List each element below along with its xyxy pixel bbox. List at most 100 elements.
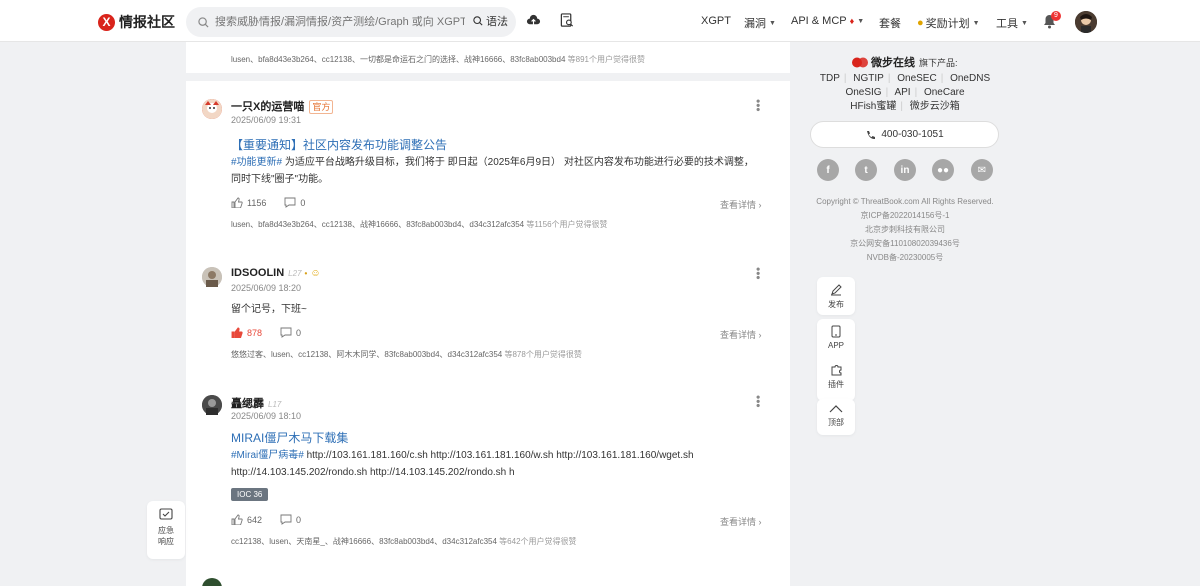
nav-vuln[interactable]: 漏洞 ▼ (744, 15, 776, 31)
tool-group: APP 插件 (817, 319, 855, 401)
author-avatar[interactable] (202, 267, 222, 287)
post-topic-tag[interactable]: #功能更新# (231, 157, 282, 168)
comment-count: 0 (296, 327, 302, 338)
post-body[interactable]: #Mirai僵尸病毒# http://103.161.181.160/c.sh … (231, 447, 761, 481)
product-link-api[interactable]: API (894, 87, 910, 98)
nav-tools[interactable]: 工具 ▼ (996, 15, 1028, 31)
more-options-icon[interactable]: ••• (751, 99, 765, 112)
linkedin-icon[interactable]: in (894, 159, 916, 181)
post-body-text: 留个记号，下班~ (231, 304, 307, 315)
nav-tools-label: 工具 (996, 18, 1018, 30)
author-name: IDSOOLIN (231, 267, 285, 279)
more-options-icon[interactable]: ••• (751, 267, 765, 280)
nav-package[interactable]: 套餐 (879, 15, 901, 31)
view-detail-label: 查看详情 (720, 330, 757, 340)
wechat-icon[interactable]: ●● (932, 159, 954, 181)
search-icon (198, 16, 209, 28)
post-body[interactable]: 留个记号，下班~ (231, 301, 761, 318)
chevron-right-icon: › (758, 517, 762, 527)
product-link-ngtip[interactable]: NGTIP (853, 73, 884, 84)
syntax-search-icon (473, 16, 483, 26)
site-logo[interactable]: X 情报社区 (98, 12, 175, 32)
author-avatar[interactable] (202, 99, 222, 119)
post-author[interactable]: 一只X的运营喵 官方 (231, 98, 334, 114)
document-search-icon[interactable] (560, 13, 574, 28)
brand-subtitle: 旗下产品: (919, 57, 958, 68)
police-record-link[interactable]: 京公网安备11010802039436号 (800, 237, 1010, 251)
author-avatar[interactable] (202, 395, 222, 415)
product-link-sandbox[interactable]: 微步云沙箱 (910, 101, 960, 112)
twitter-icon[interactable]: t (855, 159, 877, 181)
post-author[interactable]: 矗缌霹 L17 (231, 395, 281, 411)
phone-contact[interactable]: 400-030-1051 (810, 121, 999, 148)
product-link-onesec[interactable]: OneSEC (897, 73, 936, 84)
nav-api-mcp[interactable]: API & MCP ♦ ▼ (791, 15, 864, 27)
post-body[interactable]: #功能更新# 为适应平台战略升级目标，我们将于 即日起（2025年6月9日） 对… (231, 154, 761, 188)
comment-count: 0 (296, 514, 302, 525)
post-time: 2025/06/09 18:10 (231, 411, 302, 421)
cloud-upload-icon[interactable] (526, 13, 541, 28)
logo-text: 情报社区 (119, 14, 175, 30)
post-topic-tag[interactable]: #Mirai僵尸病毒# (231, 450, 304, 461)
post-actions: 878 0 (231, 327, 319, 338)
app-button[interactable]: APP (817, 325, 855, 363)
product-link-tdp[interactable]: TDP (820, 73, 840, 84)
likers-names: lusen、bfa8d43e3b264、cc12138、一切都是命运石之门的选择… (231, 55, 566, 64)
post-time: 2025/06/09 18:20 (231, 283, 302, 293)
pencil-icon (831, 284, 842, 296)
syntax-button[interactable]: 语法 (461, 13, 508, 29)
likers-list: 悠悠过客、lusen、cc12138、阿木木同学、83fc8ab003bd4、d… (231, 349, 582, 360)
post-author[interactable]: IDSOOLIN L27 • ☺ (231, 267, 321, 279)
product-link-hfish[interactable]: HFish蜜罐 (850, 101, 896, 112)
more-options-icon[interactable]: ••• (751, 395, 765, 408)
emergency-response-button[interactable]: 应急 响应 (147, 501, 185, 559)
ioc-badge[interactable]: IOC 36 (231, 488, 269, 501)
product-link-onesig[interactable]: OneSIG (845, 87, 881, 98)
likers-count: 等1156个用户觉得很赞 (524, 220, 608, 229)
view-detail-link[interactable]: 查看详情 › (720, 198, 762, 211)
legal-info: Copyright © ThreatBook.com All Rights Re… (800, 195, 1010, 265)
back-to-top-button[interactable]: 顶部 (817, 399, 855, 435)
thumbs-up-icon[interactable] (231, 514, 243, 525)
chevron-down-icon: ▼ (857, 17, 865, 25)
author-avatar[interactable] (202, 578, 222, 586)
nav-reward[interactable]: ● 奖励计划 ▼ (917, 15, 980, 31)
view-detail-label: 查看详情 (720, 200, 757, 210)
likers-count: 等878个用户觉得很赞 (502, 350, 582, 359)
email-icon[interactable]: ✉ (971, 159, 993, 181)
likers-names: 悠悠过客、lusen、cc12138、阿木木同学、83fc8ab003bd4、d… (231, 350, 503, 359)
thumbs-up-icon[interactable] (231, 197, 243, 208)
product-link-onecare[interactable]: OneCare (924, 87, 965, 98)
likers-names: cc12138、lusen、天南星_、战神16666、83fc8ab003bd4… (231, 537, 497, 546)
comment-count: 0 (300, 197, 306, 208)
comment-icon[interactable] (280, 327, 292, 338)
post-title[interactable]: MIRAI僵尸木马下载集 (231, 429, 348, 446)
search-input[interactable] (215, 16, 465, 28)
dot-icon: • (304, 269, 308, 278)
publish-button[interactable]: 发布 (817, 277, 855, 315)
nav-package-label: 套餐 (879, 18, 901, 30)
icp-link[interactable]: 京ICP备2022014156号-1 (800, 209, 1010, 223)
product-link-onedns[interactable]: OneDNS (950, 73, 990, 84)
back-to-top-label: 顶部 (828, 418, 844, 427)
author-name: 一只X的运营喵 (231, 101, 305, 113)
post-title[interactable]: 【重要通知】社区内容发布功能调整公告 (231, 136, 447, 153)
facebook-icon[interactable]: f (817, 159, 839, 181)
comment-icon[interactable] (284, 197, 296, 208)
post-feed: lusen、bfa8d43e3b264、cc12138、一切都是命运石之门的选择… (186, 42, 790, 586)
phone-number: 400-030-1051 (881, 129, 944, 140)
plugin-button[interactable]: 插件 (817, 363, 855, 390)
chevron-right-icon: › (758, 200, 762, 210)
nav-reward-label: 奖励计划 (925, 18, 970, 30)
emergency-label-1: 应急 (158, 526, 174, 535)
official-badge: 官方 (309, 100, 334, 114)
chevron-up-icon (829, 405, 843, 413)
comment-icon[interactable] (280, 514, 292, 525)
notification-badge: 9 (1051, 11, 1061, 21)
view-detail-link[interactable]: 查看详情 › (720, 515, 762, 528)
nav-xgpt[interactable]: XGPT (701, 15, 731, 27)
thumbs-up-icon[interactable] (231, 327, 243, 338)
view-detail-link[interactable]: 查看详情 › (720, 328, 762, 341)
user-avatar[interactable] (1075, 11, 1097, 33)
mobile-phone-icon (831, 325, 841, 338)
